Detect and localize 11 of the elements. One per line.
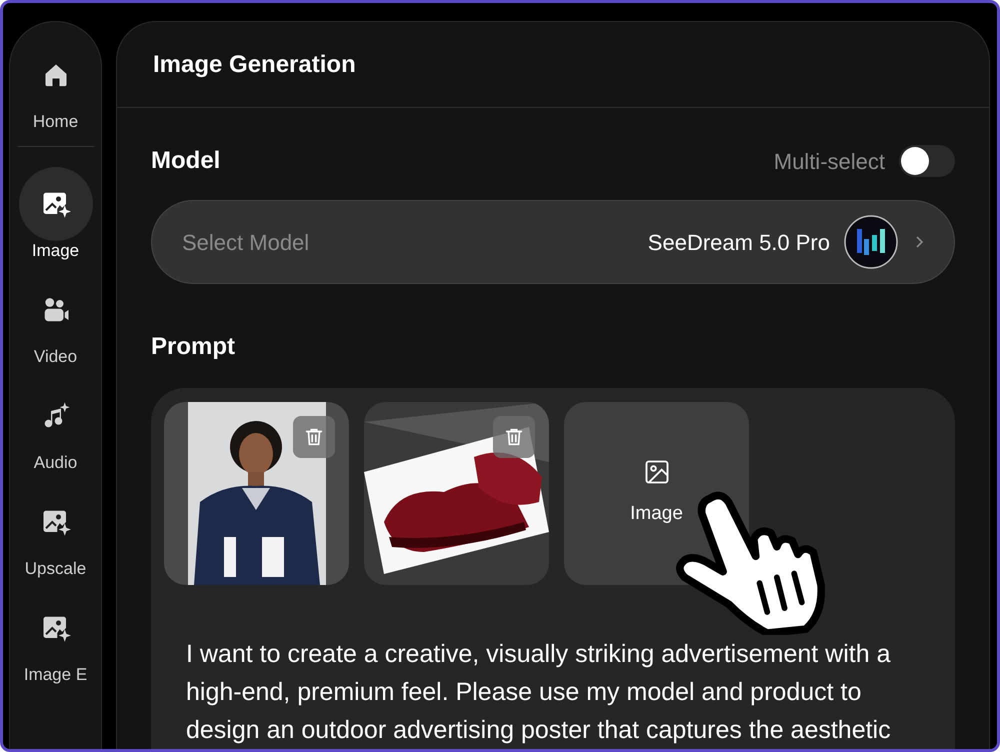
- nav-item[interactable]: Home: [10, 56, 100, 132]
- nav-item[interactable]: Image E: [10, 591, 100, 685]
- nav-item[interactable]: Video: [10, 273, 100, 367]
- nav-item[interactable]: Upscale: [10, 485, 100, 579]
- panel-title: Image Generation: [153, 50, 356, 80]
- model-select[interactable]: Select Model SeeDream 5.0 Pro: [151, 200, 955, 284]
- nav-item[interactable]: Audio: [10, 379, 100, 473]
- section-heading: Model: [151, 146, 220, 176]
- section-heading: Prompt: [151, 332, 236, 362]
- toggle-label: Multi-select: [774, 148, 885, 176]
- prompt-text: I want to create a creative, visually striking advertisement with a high-end, premium feel. Please use my model and product to design an outdoor advertising poster that captures the aesthetic: [185, 639, 892, 746]
